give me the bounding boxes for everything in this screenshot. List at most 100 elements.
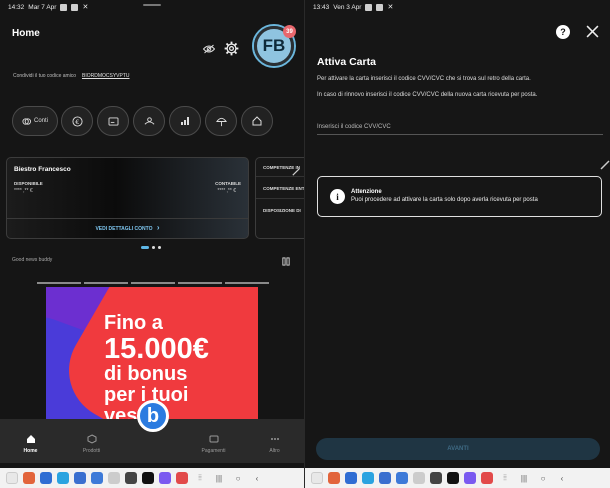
taskbar-dock: ⦙⦙ ||| ○ ‹ — [305, 468, 610, 488]
app-icon[interactable] — [464, 472, 476, 484]
renewal-instruction-text: In caso di rinnovo inserisci il codice C… — [317, 92, 538, 98]
story-progress — [37, 282, 269, 284]
nav-more[interactable]: Altro — [244, 419, 305, 463]
notification-badge: 39 — [283, 25, 296, 38]
nav-products[interactable]: Prodotti — [61, 419, 122, 463]
quick-action-euro[interactable]: € — [61, 106, 93, 136]
app-icon[interactable] — [176, 472, 188, 484]
house-icon — [252, 116, 262, 126]
app-icon[interactable] — [413, 472, 425, 484]
carousel-dot[interactable] — [158, 246, 161, 249]
recents-icon[interactable]: ||| — [212, 474, 226, 483]
notification-icon — [376, 3, 384, 11]
competences-card[interactable]: COMPETENZE IN COMPETENZE ENT DISPOSIZION… — [255, 157, 305, 239]
page-title: Home — [12, 28, 40, 39]
app-icon[interactable] — [159, 472, 171, 484]
home-button-icon[interactable]: ○ — [231, 474, 245, 483]
app-icon[interactable] — [6, 472, 18, 484]
home-screen: 14:32 Mar 7 Apr ✕ Home FB 39 Condividi i… — [0, 0, 305, 488]
quick-action-chart[interactable] — [169, 106, 201, 136]
back-icon[interactable]: ‹ — [250, 474, 264, 483]
bank-app-icon[interactable] — [142, 472, 154, 484]
chart-icon — [181, 117, 189, 125]
cvv-input[interactable]: Inserisci il codice CVV/CVC — [317, 124, 391, 130]
brave-browser-icon[interactable] — [23, 472, 35, 484]
recents-icon[interactable]: ||| — [517, 474, 531, 483]
bank-logo-button[interactable]: b — [137, 400, 169, 432]
status-date: Ven 3 Apr — [333, 3, 362, 11]
brave-browser-icon[interactable] — [328, 472, 340, 484]
story-progress-bar — [84, 282, 128, 284]
side-card-item: COMPETENZE ENT — [263, 186, 305, 191]
activate-card-screen: 13:43 Ven 3 Apr ✕ ? Attiva Carta Per att… — [305, 0, 610, 488]
app-icon[interactable] — [108, 472, 120, 484]
chevron-right-icon: › — [156, 223, 160, 232]
quick-action-conti[interactable]: Conti — [12, 106, 58, 136]
status-time: 13:43 — [313, 3, 330, 11]
available-balance-label: DISPONIBILE — [14, 181, 43, 186]
carousel-dot[interactable] — [152, 246, 155, 249]
accounting-balance-label: CONTABILE — [215, 181, 241, 186]
taskbar-dock: ⦙⦙ ||| ○ ‹ — [0, 468, 305, 488]
divider — [256, 198, 305, 199]
pencil-icon[interactable] — [600, 160, 610, 170]
story-progress-bar — [178, 282, 222, 284]
x-icon: ✕ — [82, 3, 89, 11]
savings-icon — [144, 116, 154, 125]
quick-action-savings[interactable] — [133, 106, 165, 136]
euro-icon: € — [71, 115, 83, 127]
home-button-icon[interactable]: ○ — [536, 474, 550, 483]
grid-icon[interactable]: ⦙⦙ — [498, 473, 512, 483]
avatar-initials: FB — [262, 36, 286, 55]
window-handle[interactable] — [143, 4, 161, 6]
alert-message: Puoi procedere ad attivare la carta solo… — [351, 197, 538, 203]
nav-home[interactable]: Home — [0, 419, 61, 463]
friend-code-label: Condividi il tuo codice amico — [13, 73, 77, 79]
wallet-icon — [209, 435, 218, 443]
quick-action-umbrella[interactable] — [205, 106, 237, 136]
messenger-app-icon[interactable] — [74, 472, 86, 484]
settings-gear-icon[interactable] — [224, 41, 239, 56]
pause-icon[interactable] — [281, 257, 291, 266]
help-icon[interactable]: ? — [556, 25, 570, 39]
account-details-link[interactable]: VEDI DETTAGLI CONTO › — [7, 223, 248, 232]
instruction-text: Per attivare la carta inserisci il codic… — [317, 76, 531, 82]
next-button[interactable]: AVANTI — [316, 438, 600, 460]
quick-action-house[interactable] — [241, 106, 273, 136]
banner-line: di bonus — [104, 363, 188, 386]
pencil-icon[interactable] — [292, 168, 300, 176]
hide-balance-icon[interactable] — [203, 44, 215, 54]
carousel-dot-active[interactable] — [141, 246, 149, 249]
nav-label: Prodotti — [82, 448, 101, 454]
bank-app-icon[interactable] — [447, 472, 459, 484]
nav-label: Altro — [269, 448, 280, 454]
mail-app-icon[interactable] — [345, 472, 357, 484]
messenger-app-icon[interactable] — [379, 472, 391, 484]
banner-line: 15.000€ — [104, 333, 209, 365]
story-progress-bar — [37, 282, 81, 284]
app-icon[interactable] — [311, 472, 323, 484]
info-icon: i — [330, 189, 345, 204]
umbrella-icon — [215, 117, 227, 126]
wordpress-app-icon[interactable] — [125, 472, 137, 484]
grid-icon[interactable]: ⦙⦙ — [193, 473, 207, 483]
more-icon — [270, 438, 279, 440]
telegram-app-icon[interactable] — [57, 472, 69, 484]
nav-payments[interactable]: Pagamenti — [183, 419, 244, 463]
svg-text:€: € — [75, 117, 79, 125]
telegram-app-icon[interactable] — [362, 472, 374, 484]
friend-code-link[interactable]: BIORDMOCSYVPTU — [82, 73, 130, 79]
docs-app-icon[interactable] — [396, 472, 408, 484]
back-icon[interactable]: ‹ — [555, 474, 569, 483]
nav-label: Home — [23, 448, 38, 454]
coins-icon — [22, 117, 31, 125]
app-icon[interactable] — [481, 472, 493, 484]
quick-action-card[interactable] — [97, 106, 129, 136]
status-time: 14:32 — [8, 3, 25, 11]
account-card[interactable]: Biestro Francesco DISPONIBILE **** ,** €… — [6, 157, 249, 239]
mail-app-icon[interactable] — [40, 472, 52, 484]
docs-app-icon[interactable] — [91, 472, 103, 484]
wordpress-app-icon[interactable] — [430, 472, 442, 484]
close-icon[interactable] — [586, 25, 599, 38]
account-details-label: VEDI DETTAGLI CONTO — [95, 226, 153, 232]
